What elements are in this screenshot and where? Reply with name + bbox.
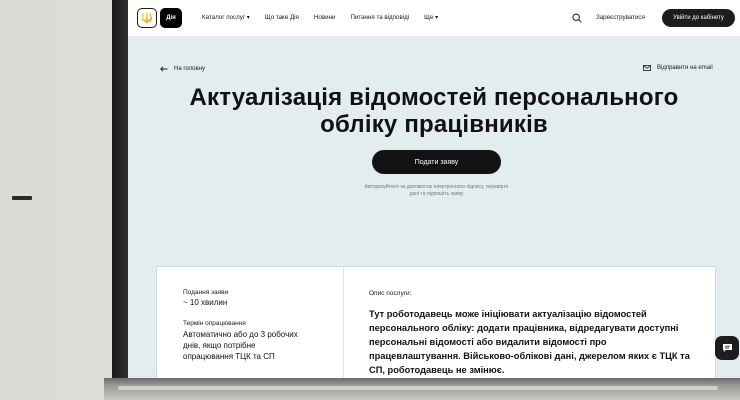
laptop-bezel: [112, 0, 128, 400]
description-text: Тут роботодавець може ініціювати актуалі…: [369, 309, 690, 375]
search-icon[interactable]: [572, 13, 582, 23]
nav-item-about[interactable]: Що таке Дія: [265, 14, 299, 21]
laptop-hinge: [118, 386, 718, 390]
back-link[interactable]: На головну: [160, 66, 205, 72]
register-link[interactable]: Зареєструватися: [596, 14, 645, 21]
chat-icon: [722, 344, 732, 352]
nav-item-news[interactable]: Новини: [314, 14, 336, 21]
nav-item-more[interactable]: Ще ▾: [424, 14, 438, 21]
back-link-label: На головну: [174, 66, 206, 72]
email-link[interactable]: Відправити на email: [643, 65, 713, 71]
submit-application-button[interactable]: Подати заяву: [372, 150, 501, 174]
wall-decoration: [12, 196, 32, 200]
processing-term-label: Термін опрацювання: [183, 320, 246, 327]
main-nav: Каталог послуг ▾ Що таке Дія Новини Пита…: [202, 14, 438, 21]
email-link-label: Відправити на email: [657, 65, 713, 71]
login-button[interactable]: Увійти до кабінету: [662, 9, 735, 27]
nav-item-catalog[interactable]: Каталог послуг ▾: [202, 14, 250, 21]
chat-button[interactable]: [715, 336, 739, 360]
auth-hint: Авторизуйтеся за допомогою електронного …: [364, 184, 509, 197]
processing-term-value: Автоматично або до 3 робочих днів, якщо …: [183, 330, 298, 361]
description-label: Опис послуги:: [369, 290, 412, 297]
arrow-left-icon: [160, 66, 168, 72]
apply-time-label: Подання заяви: [183, 289, 229, 296]
nav-item-faq[interactable]: Питання та відповіді: [350, 14, 409, 21]
page-title: Актуалізація відомостей персонального об…: [189, 84, 679, 138]
trident-icon[interactable]: 🔱: [137, 8, 157, 28]
card-divider: [343, 267, 344, 378]
service-info-card: Подання заяви ~ 10 хвилин Термін опрацюв…: [156, 266, 716, 378]
mail-icon: [643, 65, 651, 71]
site-header: 🔱 Дія Каталог послуг ▾ Що таке Дія Новин…: [128, 0, 740, 36]
diia-logo[interactable]: Дія: [160, 8, 182, 28]
apply-time-value: ~ 10 хвилин: [183, 298, 228, 307]
browser-screen: 🔱 Дія Каталог послуг ▾ Що таке Дія Новин…: [128, 0, 740, 378]
